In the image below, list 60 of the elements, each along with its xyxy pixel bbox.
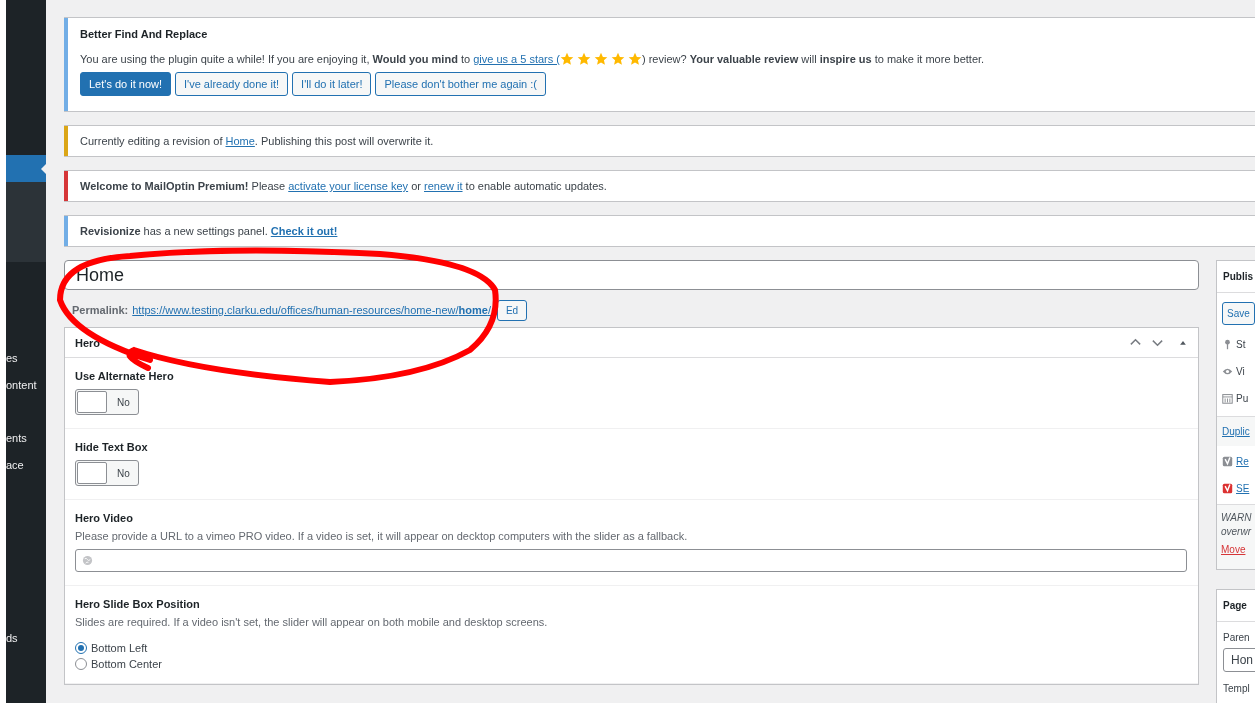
permalink-link[interactable]: https://www.testing.clarku.edu/offices/human-resources/home-new/home/ — [132, 304, 491, 316]
edit-button[interactable]: Ed — [496, 299, 528, 321]
notice-text: You are using the plugin quite a while! If you are enjoying it, Would you mind to — [80, 53, 472, 65]
notice-text: Currently editing a revision of Home. Publishing this post will overwrite it. — [80, 135, 434, 147]
sidebar-item[interactable]: ontent — [6, 379, 37, 391]
sidebar-item[interactable]: ace — [6, 459, 24, 471]
permalink-label: Permalink: — [72, 304, 129, 316]
star-icon — [628, 52, 642, 66]
link[interactable]: give us a 5 stars ( — [473, 53, 560, 65]
panel-title: Page — [1223, 600, 1247, 611]
field-label: Use Alternate Hero — [75, 370, 174, 382]
menu-highlight — [6, 155, 46, 182]
star-icon — [611, 52, 625, 66]
link[interactable]: Home — [225, 135, 255, 147]
sidebar-item[interactable]: ents — [6, 432, 27, 444]
toggle-switch[interactable]: No — [75, 389, 139, 415]
star-icon — [594, 52, 608, 66]
warning-text: WARN — [1221, 512, 1252, 523]
notice-button[interactable]: Please don't bother me again :( — [375, 72, 546, 96]
calendar-icon — [1222, 393, 1233, 404]
move-link[interactable]: Move — [1221, 544, 1246, 555]
star-icon — [577, 52, 591, 66]
field-label: Paren — [1223, 632, 1250, 643]
notice-text: Revisionize has a new settings panel. Check it out! — [80, 225, 338, 237]
notice-button[interactable]: Let's do it now! — [80, 72, 172, 96]
field-description: Please provide a URL to a vimeo PRO video. If a video is set, it will appear on decktop computers with the slider as a fallback. — [75, 530, 688, 542]
pin-icon — [1222, 339, 1233, 350]
field-description: Slides are required. If a video isn't set, the slider will appear on both mobile and desktop screens. — [75, 616, 548, 628]
link[interactable]: activate your license key — [288, 180, 409, 192]
notice-text: Welcome to MailOptin Premium! Please activate your license key or renew it to enable automatic updates. — [80, 180, 607, 192]
link[interactable]: Check it out! — [270, 225, 338, 237]
link[interactable]: Re — [1236, 456, 1249, 467]
status-row-text: St — [1236, 339, 1246, 350]
metabox-title: Hero — [75, 336, 102, 349]
warning-text: overwr — [1221, 526, 1251, 537]
field-label: Templ — [1223, 683, 1250, 694]
field-label: Hero Video — [75, 512, 133, 524]
radio-option[interactable]: Bottom Center — [75, 658, 162, 670]
sidebar-item[interactable]: ds — [6, 632, 18, 644]
notice-text: ) review? Your valuable review will inspire us to make it more better. — [642, 53, 985, 65]
link[interactable]: SE — [1236, 483, 1250, 494]
star-icon — [560, 52, 574, 66]
sidebar-item[interactable]: es — [6, 352, 18, 364]
notice-button[interactable]: I've already done it! — [175, 72, 289, 96]
field-label: Hero Slide Box Position — [75, 598, 200, 610]
parent-select[interactable]: Hon — [1223, 648, 1255, 672]
globe-icon — [82, 555, 93, 566]
notice-button[interactable]: I'll do it later! — [292, 72, 372, 96]
link[interactable]: renew it — [424, 180, 463, 192]
eye-icon — [1222, 366, 1233, 377]
field-label: Hide Text Box — [75, 441, 148, 453]
post-title-field[interactable]: Home — [64, 260, 1199, 290]
status-row-text: Pu — [1236, 393, 1249, 404]
save-button[interactable]: Save — [1222, 302, 1255, 325]
url-input-field[interactable] — [75, 549, 1187, 572]
toggle-switch[interactable]: No — [75, 460, 139, 486]
radio-option[interactable]: Bottom Left — [75, 642, 162, 654]
notice-title: Better Find And Replace — [80, 28, 208, 40]
status-row-text: Vi — [1236, 366, 1245, 377]
panel-title: Publis — [1223, 271, 1253, 282]
